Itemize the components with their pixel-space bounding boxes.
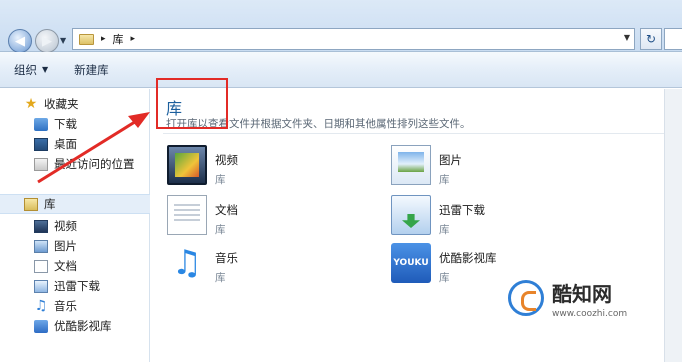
xunlei-library-icon (34, 279, 48, 293)
sidebar-item-pictures[interactable]: 图片 (34, 236, 150, 256)
refresh-button[interactable]: ↻ (640, 28, 662, 50)
video-library-icon (167, 145, 207, 185)
coozhi-logo-icon (508, 280, 544, 316)
library-tile-pictures[interactable]: 图片 库 (391, 145, 571, 189)
sidebar-item-label: 视频 (54, 219, 77, 233)
tile-subtitle: 库 (439, 174, 450, 186)
divider (163, 133, 673, 134)
recent-pages-dropdown-icon[interactable]: ▼ (60, 36, 66, 45)
tile-name: 文档 (215, 203, 238, 217)
pictures-library-icon (34, 239, 48, 253)
music-library-icon: ♫ (171, 243, 203, 283)
pictures-library-icon (391, 145, 431, 185)
tile-subtitle: 库 (215, 224, 226, 236)
star-icon: ★ (24, 95, 38, 112)
tile-name: 优酷影视库 (439, 251, 497, 265)
sidebar-item-label: 迅雷下载 (54, 279, 100, 293)
watermark-url: www.coozhi.com (552, 308, 628, 319)
annotation-highlight-box (156, 78, 228, 129)
organize-button[interactable]: 组织 ▼ (14, 62, 48, 78)
sidebar-item-music[interactable]: ♫ 音乐 (34, 296, 150, 316)
libraries-icon (24, 197, 38, 211)
youku-library-icon: YOUKU (391, 243, 431, 283)
tile-subtitle: 库 (215, 174, 226, 186)
documents-library-icon (167, 195, 207, 235)
sidebar-item-label: 最近访问的位置 (54, 157, 135, 171)
documents-library-icon (34, 259, 48, 273)
sidebar-item-label: 音乐 (54, 299, 77, 313)
sidebar-item-desktop[interactable]: 桌面 (34, 134, 150, 154)
tile-subtitle: 库 (215, 272, 226, 284)
tile-name: 音乐 (215, 251, 238, 265)
sidebar-item-downloads[interactable]: 下载 (34, 114, 150, 134)
xunlei-library-icon (391, 195, 431, 235)
sidebar-item-xunlei[interactable]: 迅雷下载 (34, 276, 150, 296)
sidebar-item-label: 优酷影视库 (54, 319, 112, 333)
youku-library-icon (34, 319, 48, 333)
downloads-folder-icon (34, 117, 48, 131)
sidebar-item-favorites[interactable]: ★ 收藏夹 (24, 94, 150, 114)
sidebar-item-libraries[interactable]: 库 (0, 194, 150, 214)
video-library-icon (34, 219, 48, 233)
tile-subtitle: 库 (439, 224, 450, 236)
music-note-icon: ♫ (34, 297, 48, 314)
address-bar-area: ◀ ▶ ▼ ▸ 库 ▸ ▼ ↻ (0, 0, 682, 53)
tile-name: 图片 (439, 153, 462, 167)
sidebar-item-label: 收藏夹 (44, 97, 79, 111)
sidebar-item-label: 库 (44, 197, 56, 211)
library-tile-music[interactable]: ♫ 音乐 库 (167, 243, 347, 287)
recent-places-icon (34, 157, 48, 171)
library-tile-videos[interactable]: 视频 库 (167, 145, 347, 189)
breadcrumb-library[interactable]: 库 (113, 31, 124, 47)
breadcrumb-separator-icon[interactable]: ▸ (131, 34, 136, 44)
sidebar-item-youku[interactable]: 优酷影视库 (34, 316, 150, 336)
youku-badge: YOUKU (393, 258, 429, 268)
forward-button[interactable]: ▶ (35, 29, 59, 53)
library-tile-documents[interactable]: 文档 库 (167, 195, 347, 239)
navigation-pane: ★ 收藏夹 下载 桌面 最近访问的位置 库 视频 图片 文档 迅雷下载 ♫ 音乐… (0, 89, 150, 362)
tile-name: 迅雷下载 (439, 203, 485, 217)
sidebar-item-label: 图片 (54, 239, 77, 253)
command-bar: 组织 ▼ 新建库 (0, 52, 682, 88)
sidebar-item-recent-places[interactable]: 最近访问的位置 (34, 154, 150, 174)
watermark: 酷知网 www.coozhi.com (508, 272, 668, 324)
desktop-icon (34, 137, 48, 151)
address-dropdown-icon[interactable]: ▼ (624, 33, 630, 42)
tile-subtitle: 库 (439, 272, 450, 284)
watermark-title: 酷知网 (552, 281, 612, 306)
chevron-down-icon: ▼ (42, 65, 49, 74)
sidebar-item-label: 文档 (54, 259, 77, 273)
sidebar-item-label: 桌面 (54, 137, 77, 151)
sidebar-item-label: 下载 (54, 117, 77, 131)
sidebar-item-documents[interactable]: 文档 (34, 256, 150, 276)
sidebar-item-videos[interactable]: 视频 (34, 216, 150, 236)
breadcrumb-separator-icon[interactable]: ▸ (101, 34, 106, 44)
library-tile-xunlei[interactable]: 迅雷下载 库 (391, 195, 571, 239)
search-input[interactable] (664, 28, 682, 50)
new-library-button[interactable]: 新建库 (74, 62, 109, 78)
organize-label: 组织 (14, 62, 37, 77)
new-library-label: 新建库 (74, 62, 109, 77)
tile-name: 视频 (215, 153, 238, 167)
libraries-folder-icon (79, 33, 94, 45)
address-input[interactable]: ▸ 库 ▸ ▼ (72, 28, 635, 50)
back-button[interactable]: ◀ (8, 29, 32, 53)
